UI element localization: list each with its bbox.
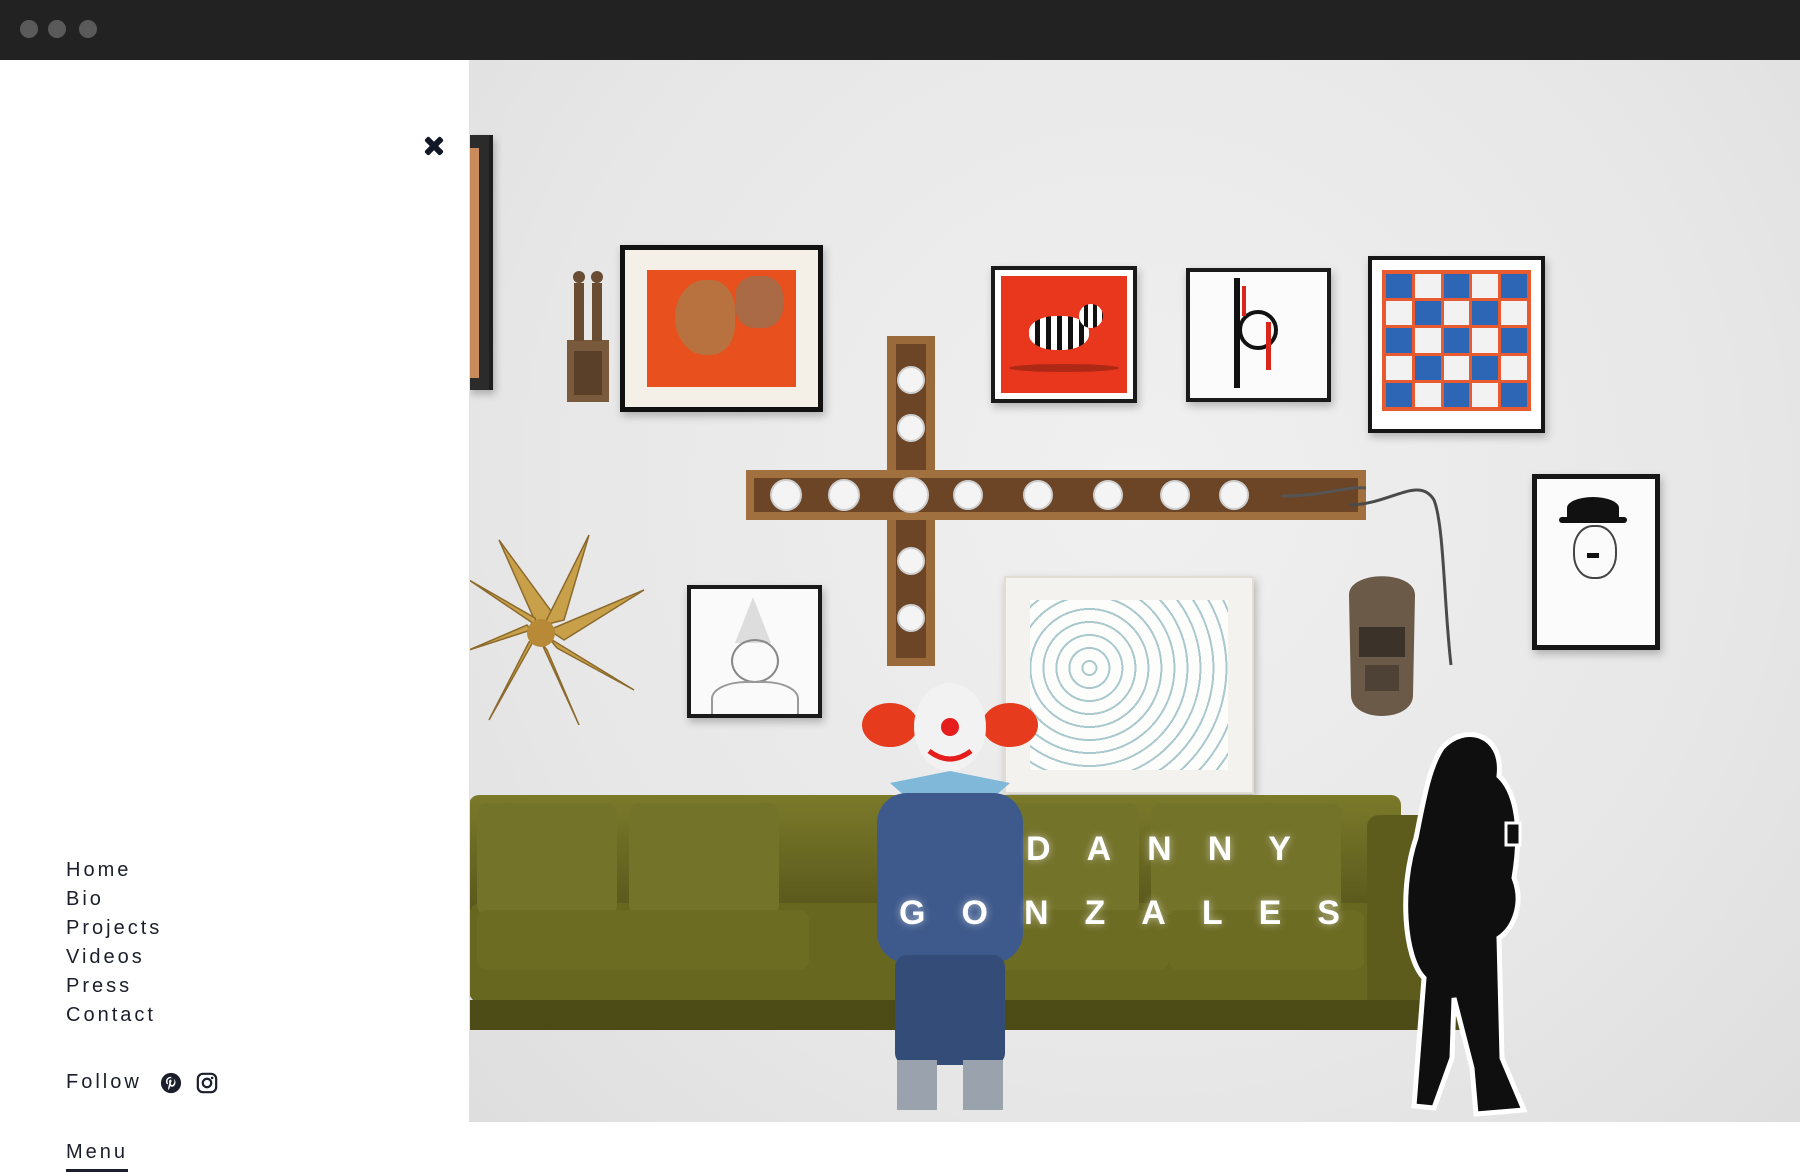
artwork-frame-chaplin: [1532, 474, 1660, 650]
nav-item-bio[interactable]: Bio: [66, 885, 162, 914]
artwork-partial-frame-inner: [469, 148, 479, 378]
nav-item-press[interactable]: Press: [66, 972, 162, 1001]
nav-item-contact[interactable]: Contact: [66, 1001, 162, 1030]
nav-item-home[interactable]: Home: [66, 856, 162, 885]
window-minimize-dot[interactable]: [48, 20, 66, 38]
window-close-dot[interactable]: [20, 20, 38, 38]
hero-artwork-scene: DANNY GONZALES: [469, 60, 1800, 1122]
nav-item-projects[interactable]: Projects: [66, 914, 162, 943]
hero-title-line2: GONZALES: [899, 894, 1376, 932]
hero-title-line1: DANNY: [1026, 830, 1327, 868]
instagram-icon[interactable]: [196, 1072, 218, 1094]
window-maximize-dot[interactable]: [79, 20, 97, 38]
follow-label: Follow: [66, 1071, 142, 1093]
main-nav: Home Bio Projects Videos Press Contact: [66, 856, 162, 1030]
close-icon[interactable]: [420, 132, 448, 160]
nav-item-videos[interactable]: Videos: [66, 943, 162, 972]
gold-sunburst-sculpture: [469, 534, 645, 726]
wooden-figures-sculpture: [567, 271, 609, 402]
follow-section: Follow: [66, 1071, 218, 1094]
browser-chrome: [0, 0, 1800, 60]
artwork-frame-sketch-figure: [687, 585, 822, 718]
welding-mask-object: [1349, 576, 1415, 716]
pinterest-icon[interactable]: [160, 1072, 182, 1094]
sidebar-menu: Home Bio Projects Videos Press Contact F…: [0, 60, 469, 1172]
menu-toggle[interactable]: Menu: [66, 1141, 129, 1172]
artwork-frame-faces-grid: [1368, 256, 1545, 433]
